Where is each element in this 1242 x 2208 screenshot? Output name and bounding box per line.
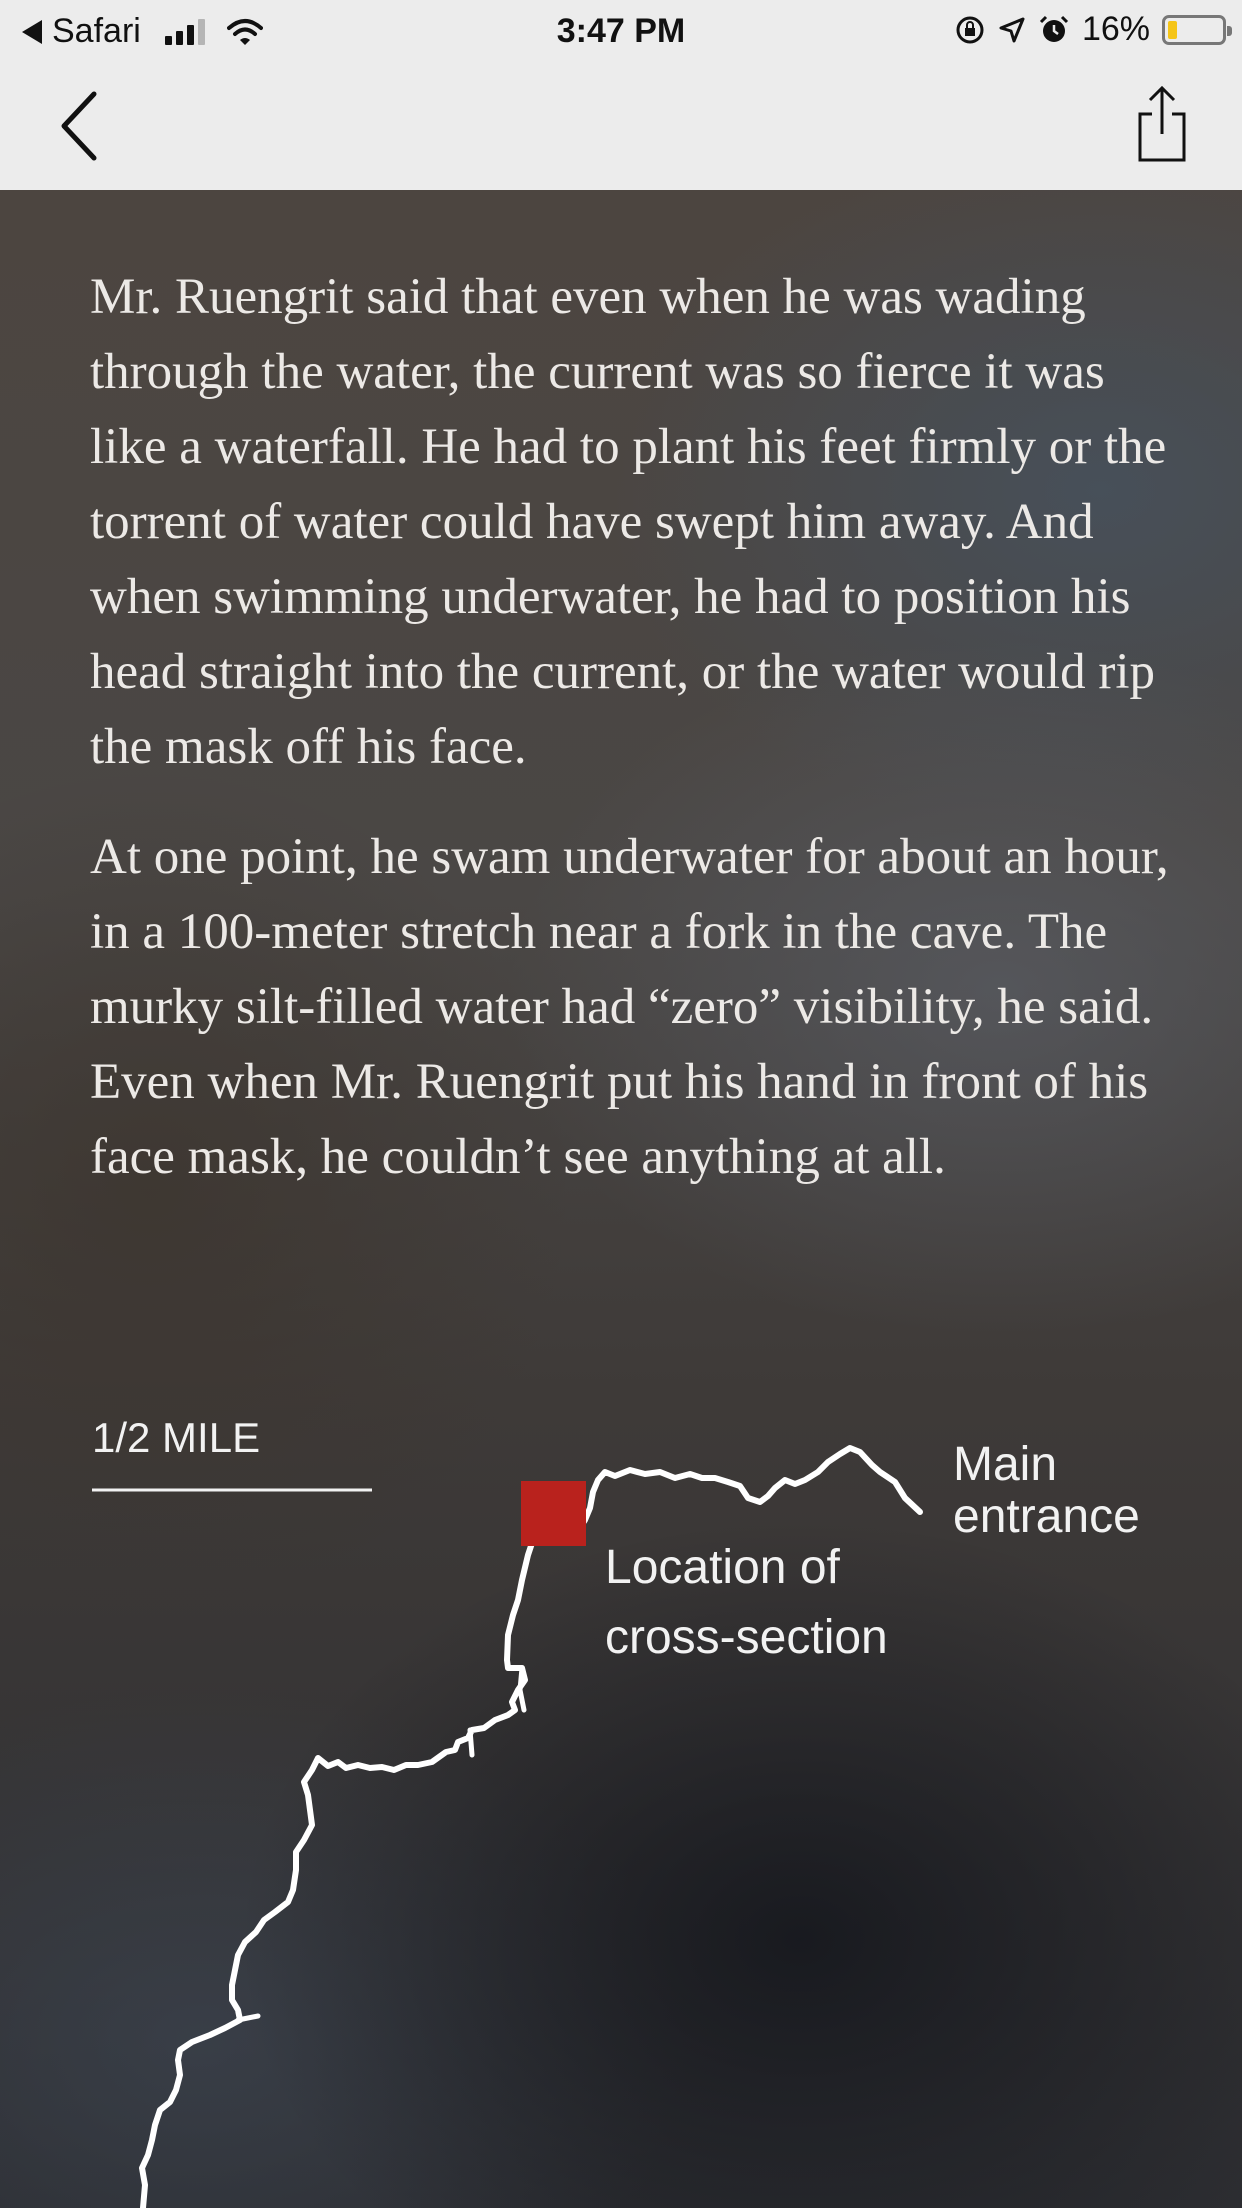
cross-section-label: Location of xyxy=(605,1541,841,1594)
cross-section-marker xyxy=(521,1481,586,1546)
cave-map: 1/2 MILE Main entrance Location of cross… xyxy=(92,1414,1140,2208)
cross-section-label: cross-section xyxy=(605,1611,888,1664)
main-entrance-label: entrance xyxy=(953,1490,1140,1543)
chevron-left-icon[interactable] xyxy=(50,88,110,164)
battery-icon xyxy=(1162,14,1232,45)
scale-label: 1/2 MILE xyxy=(92,1414,260,1461)
location-arrow-icon xyxy=(999,17,1025,42)
orientation-lock-icon xyxy=(956,16,984,43)
battery-percent: 16% xyxy=(1081,10,1150,48)
status-bar: Safari 3:47 PM 16% xyxy=(0,0,1242,62)
alarm-icon xyxy=(1039,15,1068,42)
main-entrance-label: Main xyxy=(953,1438,1057,1491)
share-icon[interactable] xyxy=(1132,84,1192,164)
article-content: Mr. Ruengrit said that even when he was … xyxy=(0,190,1242,2208)
nav-bar xyxy=(0,62,1242,190)
cave-branch xyxy=(235,1665,527,2023)
